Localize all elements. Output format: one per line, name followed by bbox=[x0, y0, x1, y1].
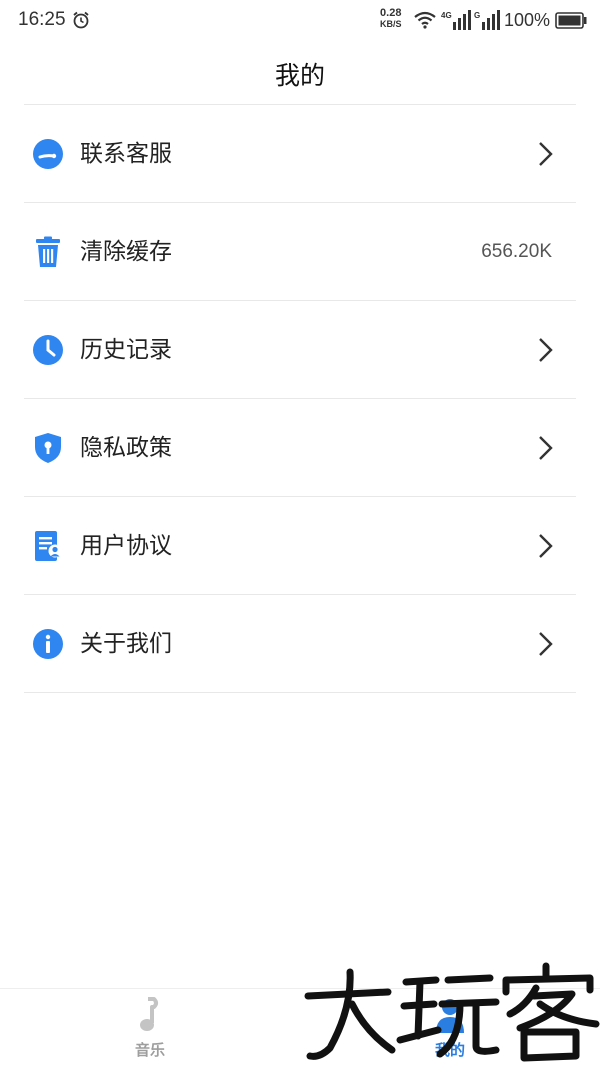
chevron-right-icon bbox=[539, 142, 553, 166]
cell-signal-icon: 4G bbox=[441, 10, 471, 30]
menu-item-about-us[interactable]: 关于我们 bbox=[24, 595, 576, 693]
svg-text:G: G bbox=[474, 11, 480, 20]
menu-item-history[interactable]: 历史记录 bbox=[24, 301, 576, 399]
page-header: 我的 bbox=[0, 42, 600, 104]
menu-item-clear-cache[interactable]: 清除缓存 656.20K bbox=[24, 203, 576, 301]
cell-signal-2-icon: G bbox=[474, 10, 500, 30]
tab-music[interactable]: 音乐 bbox=[0, 989, 300, 1067]
music-note-icon bbox=[140, 997, 158, 1031]
info-icon bbox=[33, 629, 63, 659]
battery-icon bbox=[555, 12, 587, 29]
page-title: 我的 bbox=[274, 61, 325, 90]
watermark-logo bbox=[304, 962, 600, 1062]
trash-icon bbox=[36, 236, 60, 267]
menu-item-user-agreement[interactable]: 用户协议 bbox=[24, 497, 576, 595]
status-bar: 16:25 0.28 KB/S 4G G 100% bbox=[0, 0, 600, 42]
chevron-right-icon bbox=[539, 436, 553, 460]
chevron-right-icon bbox=[539, 338, 553, 362]
document-user-icon bbox=[35, 531, 62, 561]
menu-label: 隐私政策 bbox=[80, 435, 172, 461]
menu-label: 用户协议 bbox=[80, 533, 172, 559]
chevron-right-icon bbox=[539, 632, 553, 656]
settings-menu: 联系客服 清除缓存 656.20K 历史记录 隐私政策 用户协议 关于我们 bbox=[0, 105, 600, 693]
wifi-icon bbox=[414, 11, 436, 29]
menu-label: 历史记录 bbox=[80, 337, 172, 363]
menu-label: 关于我们 bbox=[80, 631, 172, 657]
chevron-right-icon bbox=[539, 534, 553, 558]
tab-label: 音乐 bbox=[134, 1041, 165, 1059]
cache-size-value: 656.20K bbox=[481, 241, 552, 262]
shield-lock-icon bbox=[35, 433, 61, 463]
alarm-icon bbox=[73, 11, 89, 29]
menu-label: 联系客服 bbox=[80, 141, 172, 167]
network-speed: 0.28 KB/S bbox=[380, 7, 402, 30]
status-time: 16:25 bbox=[18, 9, 66, 30]
menu-item-contact-service[interactable]: 联系客服 bbox=[24, 105, 576, 203]
menu-label: 清除缓存 bbox=[80, 239, 172, 265]
battery-percent: 100% bbox=[504, 10, 551, 30]
menu-item-privacy-policy[interactable]: 隐私政策 bbox=[24, 399, 576, 497]
svg-text:4G: 4G bbox=[441, 11, 452, 20]
clock-icon bbox=[33, 335, 63, 365]
customer-service-icon bbox=[33, 139, 63, 169]
